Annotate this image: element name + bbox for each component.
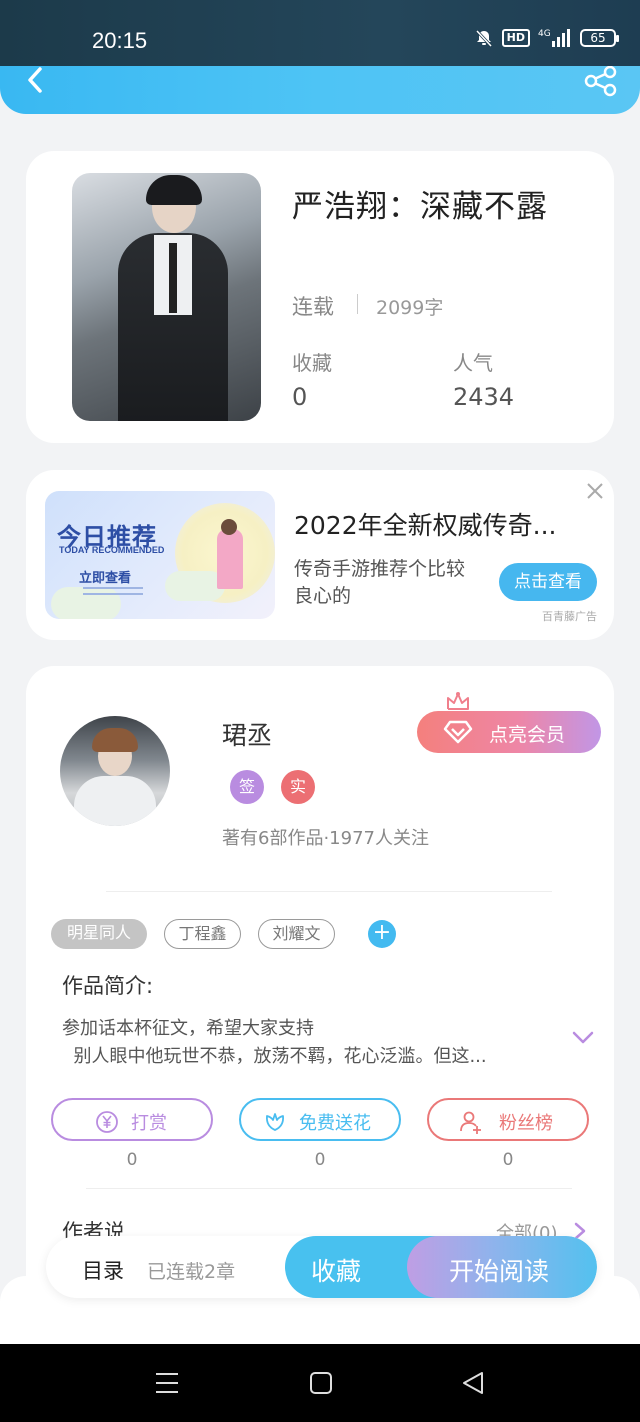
ad-image-cta: 立即查看 — [79, 571, 132, 586]
bell-off-icon — [474, 28, 494, 48]
book-status: 连载 — [292, 295, 334, 319]
favorites-label: 收藏 — [292, 351, 332, 375]
chevron-left-icon — [28, 67, 42, 93]
close-icon — [587, 483, 603, 499]
ad-image[interactable]: 今日推荐 TODAY RECOMMENDED 立即查看 — [45, 491, 275, 619]
divider — [106, 891, 552, 892]
chevron-down-icon — [572, 1031, 594, 1044]
start-reading-button[interactable]: 开始阅读 — [407, 1236, 597, 1298]
cover-figure-tie — [169, 243, 177, 313]
reward-count: 0 — [126, 1150, 138, 1170]
send-flower-button[interactable]: 免费送花 — [239, 1098, 401, 1141]
flower-count: 0 — [314, 1150, 326, 1170]
ad-image-subtitle: TODAY RECOMMENDED — [59, 545, 165, 555]
ad-close-button[interactable] — [584, 480, 606, 502]
toc-button[interactable]: 目录 — [82, 1255, 124, 1285]
intro-title: 作品简介: — [62, 974, 154, 998]
back-nav-button[interactable] — [460, 1370, 486, 1396]
divider — [86, 1188, 572, 1189]
menu-icon — [156, 1373, 178, 1393]
book-cover[interactable] — [72, 173, 261, 421]
book-title: 严浩翔：深藏不露 — [292, 189, 548, 225]
system-navigation-bar — [0, 1344, 640, 1422]
status-icons: HD 4G 65 — [474, 28, 619, 48]
author-card: 珺丞 点亮会员 签 实 著有6部作品·1977人关注 明星同人 丁程鑫 刘耀文 … — [26, 666, 614, 1306]
diamond-icon — [443, 720, 473, 744]
signed-badge: 签 — [230, 770, 264, 804]
status-bar: 20:15 HD 4G 65 — [0, 0, 640, 66]
favorite-button-label: 收藏 — [311, 1257, 362, 1286]
send-flower-label: 免费送花 — [299, 1113, 371, 1134]
popularity-value: 2434 — [453, 383, 515, 411]
header-bar — [0, 65, 640, 114]
verified-badge: 实 — [281, 770, 315, 804]
avatar[interactable] — [60, 716, 170, 826]
ad-image-girl-head — [221, 519, 237, 535]
ad-image-girl — [217, 529, 243, 589]
intro-text-line1: 参加话本杯征文，希望大家支持 — [62, 1018, 314, 1039]
status-divider — [357, 294, 358, 314]
avatar-body — [74, 776, 156, 826]
ad-description: 传奇手游推荐个比较良心的 — [294, 558, 466, 607]
intro-text-line2-content: 别人眼中他玩世不恭，放荡不羁，花心泛滥。但这... — [73, 1046, 487, 1067]
vip-button-label: 点亮会员 — [489, 724, 566, 746]
ad-title: 2022年全新权威传奇... — [294, 511, 557, 540]
share-icon — [584, 65, 617, 97]
intro-text-line2: 别人眼中他玩世不恭，放荡不羁，花心泛滥。但这... — [62, 1042, 552, 1068]
fans-count: 0 — [502, 1150, 514, 1170]
share-button[interactable] — [584, 65, 618, 98]
triangle-back-icon — [463, 1372, 483, 1394]
status-time: 20:15 — [92, 28, 148, 53]
square-icon — [310, 1372, 332, 1394]
battery-icon: 65 — [580, 29, 619, 47]
author-stats: 著有6部作品·1977人关注 — [222, 828, 429, 849]
ad-source: 百青藤广告 — [542, 610, 597, 623]
avatar-hair — [92, 728, 138, 752]
user-icon — [460, 1111, 481, 1134]
tag-item[interactable]: 明星同人 — [51, 919, 147, 949]
popularity-label: 人气 — [453, 351, 493, 375]
bottom-action-bar: 目录 已连载2章 收藏 开始阅读 — [46, 1236, 597, 1298]
yen-icon — [96, 1111, 118, 1133]
add-tag-button[interactable]: + — [368, 920, 396, 948]
plus-icon: + — [372, 920, 392, 945]
reward-label: 打赏 — [131, 1113, 167, 1134]
flower-icon — [266, 1113, 284, 1131]
home-nav-button[interactable] — [308, 1370, 334, 1396]
author-name[interactable]: 珺丞 — [222, 716, 272, 752]
signal-icon: 4G — [538, 28, 572, 48]
cover-figure-hair — [146, 175, 202, 205]
fans-ranking-label: 粉丝榜 — [499, 1113, 553, 1134]
ad-image-cloud — [165, 571, 225, 601]
network-label: 4G — [538, 29, 551, 39]
hd-badge: HD — [501, 29, 530, 47]
tag-item[interactable]: 刘耀文 — [258, 919, 335, 949]
fans-ranking-button[interactable]: 粉丝榜 — [427, 1098, 589, 1141]
crown-icon — [447, 692, 469, 710]
ad-image-wave — [83, 587, 143, 595]
reward-button[interactable]: 打赏 — [51, 1098, 213, 1141]
favorites-value: 0 — [292, 383, 308, 411]
back-button[interactable] — [20, 66, 52, 98]
toc-status[interactable]: 已连载2章 — [147, 1257, 235, 1284]
start-reading-label: 开始阅读 — [449, 1257, 550, 1286]
book-info-card: 严浩翔：深藏不露 连载 2099字 收藏 0 人气 2434 — [26, 151, 614, 443]
ad-view-button[interactable]: 点击查看 — [499, 563, 597, 601]
ad-card[interactable]: 今日推荐 TODAY RECOMMENDED 立即查看 2022年全新权威传奇.… — [26, 470, 614, 640]
tag-item[interactable]: 丁程鑫 — [164, 919, 241, 949]
expand-intro-button[interactable] — [572, 1030, 594, 1044]
book-word-count: 2099字 — [376, 297, 444, 319]
vip-button[interactable]: 点亮会员 — [417, 692, 601, 753]
menu-nav-button[interactable] — [154, 1370, 180, 1396]
